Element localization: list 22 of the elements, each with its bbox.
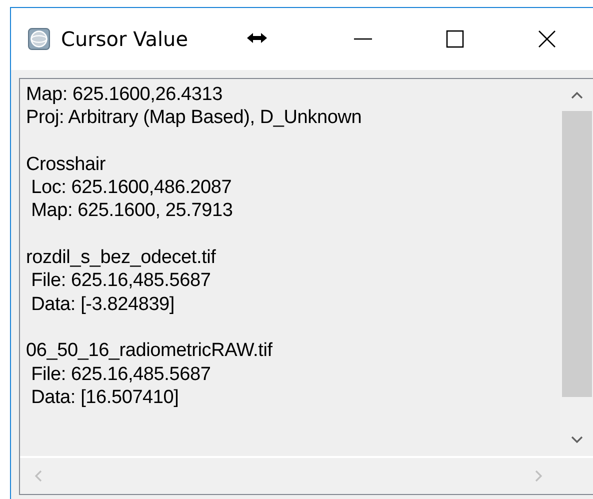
- scroll-down-icon[interactable]: [570, 436, 582, 444]
- scroll-left-icon[interactable]: [34, 470, 42, 482]
- value-line: Data: [16.507410]: [30, 386, 179, 410]
- minimize-icon: [353, 38, 373, 40]
- value-line: Map: 625.1600, 25.7913: [30, 199, 233, 223]
- resize-cursor-icon: [247, 32, 267, 44]
- scroll-right-icon[interactable]: [535, 470, 543, 482]
- value-line: File: 625.16,485.5687: [30, 269, 211, 293]
- value-line: rozdil_s_bez_odecet.tif: [26, 246, 216, 270]
- value-line: Map: 625.1600,26.4313: [26, 83, 223, 106]
- value-line: Proj: Arbitrary (Map Based), D_Unknown: [26, 106, 362, 130]
- globe-icon: [28, 28, 50, 50]
- value-line: Crosshair: [26, 152, 106, 176]
- value-line: 06_50_16_radiometricRAW.tif: [26, 339, 272, 363]
- maximize-icon: [445, 29, 465, 49]
- window-title: Cursor Value: [61, 27, 188, 51]
- close-icon: [537, 29, 557, 49]
- value-line: Loc: 625.1600,486.2087: [30, 176, 232, 200]
- value-line: Data: [-3.824839]: [30, 292, 175, 316]
- scroll-up-icon[interactable]: [570, 91, 582, 99]
- value-line: File: 625.16,485.5687: [30, 362, 211, 386]
- scroll-thumb[interactable]: [562, 111, 592, 397]
